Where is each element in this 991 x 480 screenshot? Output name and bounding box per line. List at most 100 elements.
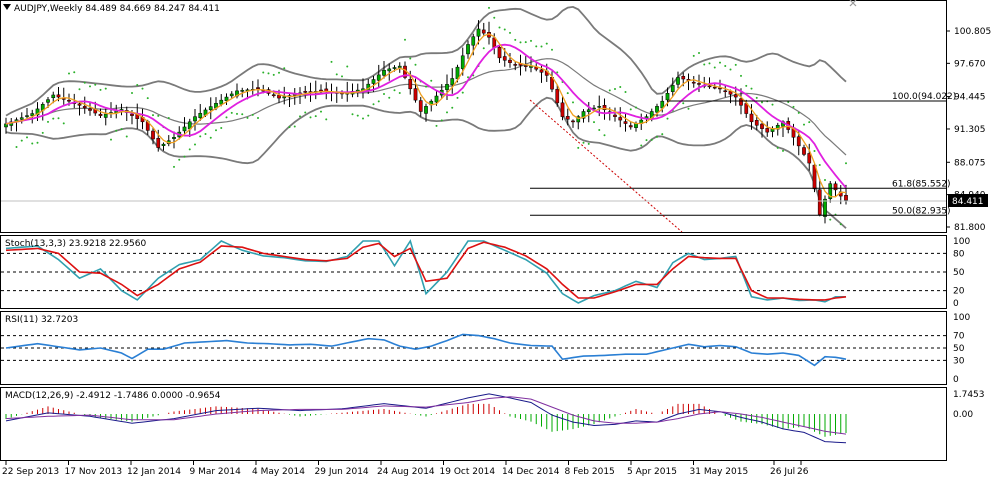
sar-dot <box>20 139 23 142</box>
sar-dot <box>446 111 448 114</box>
candle-body <box>502 56 507 61</box>
sar-dot <box>272 73 275 76</box>
sar-dot <box>131 91 133 94</box>
candle-body <box>82 106 87 109</box>
sar-dot <box>99 88 102 91</box>
indicator-tick-label: 100 <box>953 313 970 323</box>
sar-dot <box>755 96 758 99</box>
sar-dot <box>451 106 454 109</box>
candle-body <box>408 79 413 90</box>
candle-body <box>691 81 696 84</box>
candle-body <box>681 76 686 80</box>
sar-dot <box>57 117 60 120</box>
sar-dot <box>204 132 207 135</box>
sar-dot <box>435 124 438 127</box>
rsi-label: RSI(11) 32.7203 <box>5 315 78 325</box>
candle-body <box>156 137 161 148</box>
candle-body <box>476 28 481 37</box>
candle-body <box>749 113 754 123</box>
sar-dot <box>650 138 653 141</box>
candle-body <box>392 67 397 69</box>
indicator-tick-label: 1.7453 <box>953 390 985 400</box>
sar-dot <box>488 6 490 9</box>
sar-dot <box>157 114 160 117</box>
sar-dot <box>136 84 139 87</box>
candle-body <box>67 99 71 102</box>
candle-body <box>481 29 486 34</box>
sar-dot <box>698 51 700 54</box>
candle-body <box>623 121 628 124</box>
sar-dot <box>110 138 112 141</box>
time-tick-label: 31 May 2015 <box>690 467 749 477</box>
candle-body <box>676 77 680 85</box>
sar-dot <box>230 111 233 114</box>
sar-dot <box>818 163 821 166</box>
sar-dot <box>372 103 375 106</box>
candle-body <box>319 89 323 92</box>
sar-dot <box>209 136 212 139</box>
candle-body <box>760 123 764 129</box>
candle-body <box>229 93 234 97</box>
candle-body <box>492 37 497 48</box>
sar-dot <box>325 118 328 121</box>
sar-dot <box>524 41 527 44</box>
sar-dot <box>687 107 690 110</box>
indicator-tick-label: 0 <box>953 375 959 385</box>
time-tick-label: 8 Feb 2015 <box>565 467 615 477</box>
sar-dot <box>577 146 580 149</box>
sar-dot <box>771 103 774 106</box>
sar-dot <box>587 142 590 145</box>
candle-body <box>208 106 213 111</box>
sar-dot <box>535 45 538 48</box>
sar-dot <box>629 108 632 111</box>
candle-body <box>723 90 728 92</box>
sar-dot <box>545 42 548 45</box>
sar-dot <box>152 114 154 117</box>
sar-dot <box>430 79 433 82</box>
chart-canvas[interactable]: 100.0(94.022)61.8(85.552)50.0(82.935) 10… <box>0 0 991 480</box>
candle-body <box>739 98 743 106</box>
stoch-label: Stoch(13,3,3) 23.9218 22.9560 <box>5 239 146 249</box>
indicator-tick-label: 50 <box>953 344 965 354</box>
sar-dot <box>414 63 417 66</box>
time-tick-label: 29 Jun 2014 <box>315 467 369 477</box>
time-tick-label: 4 May 2014 <box>252 467 305 477</box>
rsi-panel[interactable] <box>0 311 947 385</box>
sar-dot <box>68 72 70 75</box>
sar-dot <box>645 139 648 142</box>
candle-body <box>796 136 801 147</box>
sar-dot <box>388 96 391 99</box>
candle-body <box>833 183 838 191</box>
candle-body <box>397 65 402 68</box>
sar-dot <box>635 106 637 109</box>
sar-dot <box>845 162 847 165</box>
time-tick-label: 12 Jan 2014 <box>127 467 181 477</box>
candle-body <box>817 189 822 215</box>
candle-body <box>471 36 476 46</box>
candle-body <box>198 113 203 119</box>
candle-body <box>497 47 502 59</box>
sar-dot <box>608 89 611 92</box>
candle-body <box>844 195 848 201</box>
candle-body <box>161 143 166 146</box>
time-tick-label: 19 Oct 2014 <box>440 467 496 477</box>
sar-dot <box>246 116 249 119</box>
sar-dot <box>624 91 627 94</box>
candle-body <box>413 88 418 101</box>
candle-body <box>523 65 528 67</box>
sar-dot <box>94 83 97 86</box>
sar-dot <box>120 128 123 131</box>
sar-dot <box>503 28 506 31</box>
sar-dot <box>225 116 228 119</box>
price-tick-label: 91.305 <box>954 125 986 135</box>
sar-dot <box>367 114 370 117</box>
fib-level-label: 61.8(85.552) <box>892 179 951 189</box>
sar-dot <box>824 179 826 182</box>
sar-dot <box>351 113 354 116</box>
macd-label: MACD(12,26,9) -2.4912 -1.7486 0.0000 -0.… <box>5 391 221 401</box>
candle-body <box>130 113 134 116</box>
sar-dot <box>745 84 748 87</box>
sar-dot <box>509 31 511 34</box>
price-tick-label: 100.805 <box>954 27 991 37</box>
indicator-tick-label: 0.00 <box>953 410 973 420</box>
